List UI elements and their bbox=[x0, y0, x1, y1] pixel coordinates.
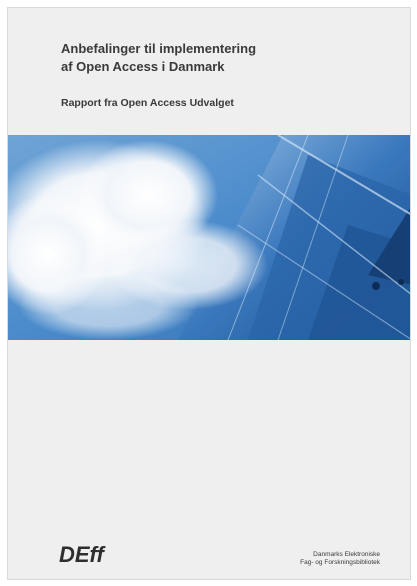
logo-text: DEff bbox=[59, 542, 106, 567]
organisation-name: Danmarks Elektroniske Fag- og Forsknings… bbox=[230, 551, 380, 567]
report-cover: Anbefalinger til implementering af Open … bbox=[7, 7, 411, 580]
title-line-1: Anbefalinger til implementering bbox=[61, 41, 257, 56]
deff-logo: DEff bbox=[59, 542, 106, 567]
cover-photo-cloud-glass-building bbox=[8, 135, 410, 340]
report-subtitle: Rapport fra Open Access Udvalget bbox=[61, 97, 234, 109]
title-line-2: af Open Access i Danmark bbox=[61, 59, 225, 74]
org-line-2: Fag- og Forskningsbibliotek bbox=[300, 559, 380, 566]
org-line-1: Danmarks Elektroniske bbox=[313, 551, 380, 558]
report-title: Anbefalinger til implementering af Open … bbox=[61, 40, 361, 76]
